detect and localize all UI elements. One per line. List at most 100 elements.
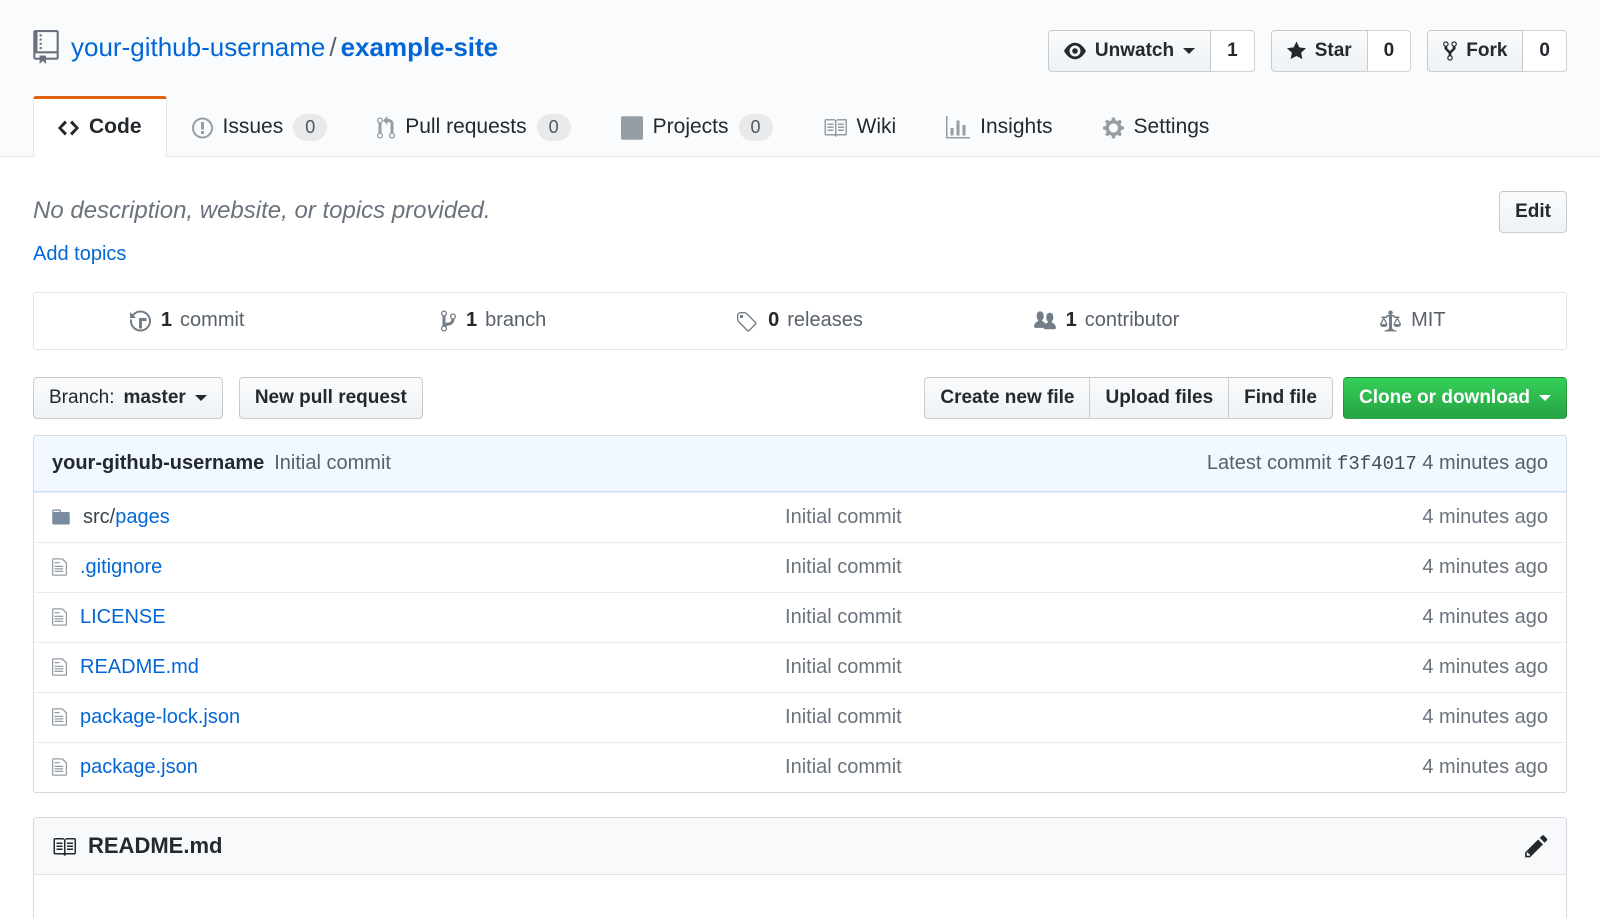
tab-wiki[interactable]: Wiki (798, 96, 922, 158)
tab-insights[interactable]: Insights (921, 96, 1077, 158)
stat-releases: 0 releases (647, 309, 953, 333)
contributor-count: 1 (1066, 309, 1077, 332)
repo-title-row: your-github-username/example-site Unwatc… (33, 30, 1567, 72)
file-commit-message-link[interactable]: Initial commit (785, 506, 902, 528)
tab-code[interactable]: Code (33, 96, 167, 158)
tab-issues-label: Issues (223, 115, 284, 139)
license-link[interactable]: MIT (1380, 309, 1445, 333)
license-label: MIT (1411, 309, 1445, 332)
readme-title: README.md (88, 833, 222, 859)
file-name-cell: .gitignore (52, 556, 785, 579)
fork-button[interactable]: Fork (1427, 30, 1523, 72)
file-link[interactable]: LICENSE (80, 606, 166, 628)
tab-projects[interactable]: Projects 0 (596, 96, 798, 158)
stat-contributors: 1 contributor (953, 309, 1259, 333)
law-icon (1380, 309, 1403, 333)
chevron-down-icon (1539, 395, 1551, 407)
new-pull-request-button[interactable]: New pull request (239, 377, 423, 419)
forks-count[interactable]: 0 (1523, 30, 1567, 72)
file-link[interactable]: package.json (80, 756, 198, 778)
file-commit-message-link[interactable]: Initial commit (785, 556, 902, 578)
folder-icon (52, 506, 70, 529)
file-nav-left: Branch: master New pull request (33, 377, 423, 419)
branches-link[interactable]: 1 branch (441, 309, 546, 333)
unwatch-button[interactable]: Unwatch (1048, 30, 1211, 72)
folder-link[interactable]: pages (115, 506, 170, 528)
tab-issues[interactable]: Issues 0 (167, 96, 353, 158)
git-branch-icon (441, 309, 458, 333)
branch-label: branch (485, 309, 546, 332)
github-repo-page: your-github-username/example-site Unwatc… (0, 0, 1600, 918)
stargazers-count[interactable]: 0 (1368, 30, 1412, 72)
file-commit-message-cell: Initial commit (785, 756, 1422, 779)
fork-group: Fork 0 (1427, 30, 1567, 72)
file-commit-message-link[interactable]: Initial commit (785, 606, 902, 628)
issue-opened-icon (192, 115, 213, 139)
file-commit-message-cell: Initial commit (785, 506, 1422, 529)
star-group: Star 0 (1271, 30, 1412, 72)
file-commit-message-cell: Initial commit (785, 656, 1422, 679)
create-new-file-button[interactable]: Create new file (924, 377, 1090, 419)
repo-name-link[interactable]: example-site (341, 32, 499, 62)
watch-group: Unwatch 1 (1048, 30, 1255, 72)
star-icon (1287, 38, 1306, 64)
add-topics-link[interactable]: Add topics (33, 243, 126, 266)
file-navigation: Branch: master New pull request Create n… (33, 377, 1567, 419)
file-icon (52, 706, 67, 729)
tab-projects-label: Projects (653, 115, 729, 139)
pull-requests-count-badge: 0 (537, 114, 571, 142)
fork-label: Fork (1466, 38, 1507, 64)
file-name-cell: package.json (52, 756, 785, 779)
file-link[interactable]: package-lock.json (80, 706, 240, 728)
release-label: releases (787, 309, 863, 332)
contributors-link[interactable]: 1 contributor (1034, 309, 1180, 332)
stat-commits: 1 commit (34, 309, 340, 333)
edit-readme-pencil-icon[interactable] (1525, 833, 1548, 859)
commit-author[interactable]: your-github-username (52, 452, 264, 475)
find-file-button[interactable]: Find file (1228, 377, 1333, 419)
repo-breadcrumb: your-github-username/example-site (33, 30, 498, 64)
file-commit-message-link[interactable]: Initial commit (785, 656, 902, 678)
file-age: 4 minutes ago (1422, 756, 1548, 779)
file-age: 4 minutes ago (1422, 706, 1548, 729)
tag-icon (737, 309, 760, 333)
latest-commit-meta: Latest commit f3f4017 4 minutes ago (1207, 452, 1548, 475)
unwatch-label: Unwatch (1095, 38, 1174, 64)
repo-description: No description, website, or topics provi… (33, 191, 491, 225)
file-link[interactable]: .gitignore (80, 556, 162, 578)
table-row: LICENSE Initial commit 4 minutes ago (34, 592, 1566, 642)
file-commit-message-link[interactable]: Initial commit (785, 706, 902, 728)
commit-message-link[interactable]: Initial commit (274, 452, 391, 475)
star-label: Star (1315, 38, 1352, 64)
code-icon (58, 115, 79, 139)
watchers-count[interactable]: 1 (1211, 30, 1255, 72)
branch-prefix: Branch: (49, 385, 114, 411)
contributor-label: contributor (1085, 309, 1180, 332)
upload-files-button[interactable]: Upload files (1089, 377, 1229, 419)
projects-count-badge: 0 (739, 114, 773, 142)
table-row: README.md Initial commit 4 minutes ago (34, 642, 1566, 692)
release-count: 0 (768, 309, 779, 332)
edit-description-button[interactable]: Edit (1499, 191, 1567, 233)
commit-sha-link[interactable]: f3f4017 (1337, 453, 1417, 475)
table-row: package-lock.json Initial commit 4 minut… (34, 692, 1566, 742)
readme-section: README.md (33, 817, 1567, 918)
repo-owner-link[interactable]: your-github-username (71, 32, 325, 62)
star-button[interactable]: Star (1271, 30, 1368, 72)
commits-link[interactable]: 1 commit (130, 309, 245, 333)
git-pull-request-icon (377, 115, 395, 139)
branch-select-button[interactable]: Branch: master (33, 377, 223, 419)
file-link[interactable]: README.md (80, 656, 199, 678)
tab-settings[interactable]: Settings (1078, 96, 1235, 158)
clone-or-download-button[interactable]: Clone or download (1343, 377, 1567, 419)
history-icon (130, 309, 153, 333)
folder-path-prefix[interactable]: src/ (83, 506, 115, 528)
releases-link[interactable]: 0 releases (737, 309, 863, 333)
tab-pull-requests[interactable]: Pull requests 0 (352, 96, 595, 158)
tab-wiki-label: Wiki (857, 115, 897, 139)
latest-commit-time: 4 minutes ago (1422, 452, 1548, 474)
tab-pull-requests-label: Pull requests (405, 115, 526, 139)
repo-forked-icon (1443, 38, 1457, 64)
file-commit-message-link[interactable]: Initial commit (785, 756, 902, 778)
file-name-cell: package-lock.json (52, 706, 785, 729)
